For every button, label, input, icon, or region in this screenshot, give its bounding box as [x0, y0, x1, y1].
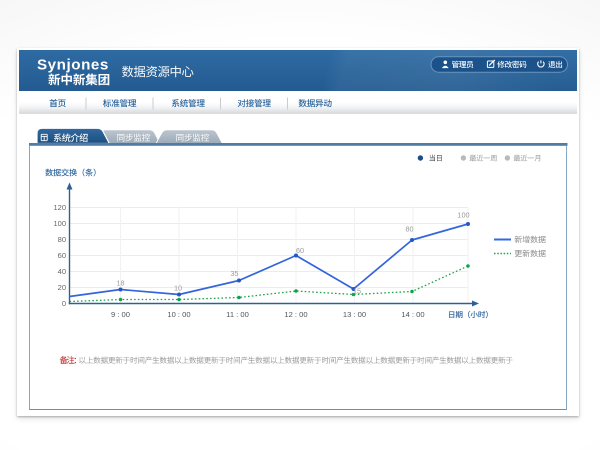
- svg-text:9 : 00: 9 : 00: [111, 310, 130, 319]
- svg-text:20: 20: [58, 283, 66, 292]
- svg-text:14 : 00: 14 : 00: [401, 310, 424, 319]
- svg-text:12 : 00: 12 : 00: [284, 310, 307, 319]
- svg-text:80: 80: [58, 235, 66, 244]
- svg-text:10 : 00: 10 : 00: [167, 310, 190, 319]
- svg-text:13 : 00: 13 : 00: [343, 310, 366, 319]
- svg-text:60: 60: [58, 251, 66, 260]
- svg-text:11 : 00: 11 : 00: [226, 310, 249, 319]
- svg-text:80: 80: [405, 225, 413, 234]
- svg-text:60: 60: [296, 246, 304, 255]
- svg-text:10: 10: [174, 284, 182, 293]
- svg-text:15: 15: [353, 287, 361, 296]
- svg-text:18: 18: [116, 279, 124, 288]
- svg-text:35: 35: [230, 269, 238, 278]
- svg-text:Synjones: Synjones: [37, 57, 109, 74]
- svg-text:100: 100: [53, 219, 66, 228]
- svg-text:120: 120: [53, 203, 66, 212]
- svg-text:40: 40: [58, 267, 66, 276]
- svg-text:0: 0: [62, 299, 66, 308]
- svg-text:100: 100: [457, 211, 469, 220]
